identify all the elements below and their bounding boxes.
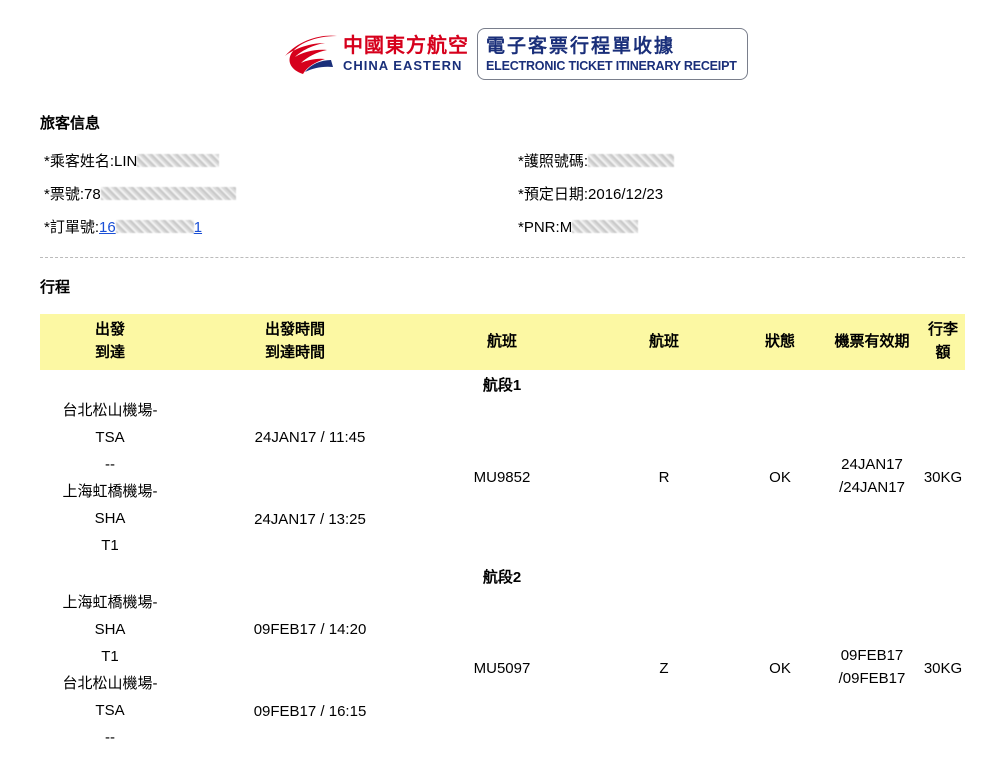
segment-1-validity-start: 24JAN17 (841, 456, 903, 473)
segment-2-baggage: 30KG (923, 660, 963, 677)
segment-1-from-airport: 台北松山機場- (62, 402, 158, 419)
header-baggage-line2: 額 (935, 344, 951, 361)
segment-2-title: 航段2 (482, 569, 522, 586)
passenger-name-label: *乘客姓名: (44, 153, 115, 170)
segment-2-from-code: SHA (94, 621, 126, 638)
header-baggage: 行李 額 (922, 318, 964, 364)
itinerary-table-header: 出發 到達 出發時間 到達時間 航班 航班 狀態 機票有效期 行李 額 (40, 314, 965, 370)
order-number-row: *訂單號:16 1 (44, 218, 202, 238)
masked-passport (588, 154, 675, 167)
order-number-label: *訂單號: (44, 219, 100, 236)
ticket-number-label: *票號: (44, 186, 85, 203)
page-header: 中國東方航空 CHINA EASTERN 電子客票行程單收據 ELECTRONI… (281, 20, 748, 88)
segment-1-from-terminal: -- (105, 456, 115, 473)
segment-1-class: R (658, 469, 670, 486)
order-number-prefix: 16 (99, 219, 116, 236)
order-number-link[interactable]: 16 1 (99, 219, 202, 236)
passenger-section-title: 旅客信息 (40, 115, 101, 132)
segment-2-route: 上海虹橋機場- SHA T1 台北松山機場- TSA -- (40, 591, 180, 749)
segment-1-title: 航段1 (482, 377, 522, 394)
segment-2-from-airport: 上海虹橋機場- (62, 594, 158, 611)
segment-1-validity: 24JAN17 /24JAN17 (822, 453, 922, 499)
segment-1-validity-end: /24JAN17 (839, 479, 905, 496)
order-number-suffix: 1 (193, 219, 203, 236)
header-depart-arrive: 出發 到達 (70, 318, 150, 364)
segment-1-to-code: SHA (94, 510, 126, 527)
passport-label: *護照號碼: (518, 153, 589, 170)
ticket-number-row: *票號:78 (44, 185, 236, 205)
china-eastern-logo-icon (285, 35, 337, 74)
airline-name: 中國東方航空 CHINA EASTERN (343, 34, 469, 74)
segment-1-arrive-time: 24JAN17 / 13:25 (254, 511, 366, 528)
segment-1-from-code: TSA (95, 429, 125, 446)
segment-1-flight: MU9852 (473, 469, 531, 486)
segment-1-depart-time: 24JAN17 / 11:45 (254, 429, 366, 446)
header-validity: 機票有效期 (834, 333, 910, 350)
masked-name (137, 154, 220, 167)
receipt-title-cn: 電子客票行程單收據 (486, 35, 676, 57)
segment-2-to-code: TSA (95, 702, 125, 719)
passenger-name-row: *乘客姓名:LIN (44, 152, 220, 172)
segment-2-class: Z (659, 660, 669, 677)
segment-2-from-terminal: T1 (101, 648, 119, 665)
receipt-title-en: ELECTRONIC TICKET ITINERARY RECEIPT (486, 58, 737, 73)
segment-2-to-terminal: -- (105, 729, 115, 746)
segment-2-arrive-time: 09FEB17 / 16:15 (253, 703, 367, 720)
header-class: 航班 (648, 333, 679, 350)
header-flight: 航班 (486, 333, 517, 350)
ticket-number-value: 78 (84, 186, 101, 203)
header-arrive-time: 到達時間 (264, 344, 325, 361)
masked-pnr (572, 220, 639, 233)
airline-name-cn: 中國東方航空 (343, 35, 469, 57)
segment-2-to-airport: 台北松山機場- (62, 675, 158, 692)
booking-date-row: *預定日期:2016/12/23 (518, 185, 663, 205)
segment-2-validity: 09FEB17 /09FEB17 (822, 644, 922, 690)
header-status: 狀態 (764, 333, 795, 350)
segment-1-baggage: 30KG (923, 469, 963, 486)
receipt-title-box: 電子客票行程單收據 ELECTRONIC TICKET ITINERARY RE… (477, 28, 748, 80)
header-depart-time: 出發時間 (264, 321, 325, 338)
header-times: 出發時間 到達時間 (235, 318, 355, 364)
booking-date-value: 2016/12/23 (588, 186, 664, 203)
itinerary-section-title: 行程 (40, 279, 71, 296)
pnr-label: *PNR: (518, 219, 560, 236)
header-arrive: 到達 (94, 344, 125, 361)
pnr-value: M (559, 219, 573, 236)
segment-2-status: OK (769, 660, 791, 677)
pnr-row: *PNR:M (518, 218, 639, 238)
section-divider (40, 257, 965, 258)
segment-1-route: 台北松山機場- TSA -- 上海虹橋機場- SHA T1 (40, 399, 180, 557)
masked-order-number (115, 220, 194, 233)
booking-date-label: *預定日期: (518, 186, 589, 203)
segment-2-validity-start: 09FEB17 (840, 647, 904, 664)
passenger-name-value: LIN (114, 153, 138, 170)
segment-1-to-airport: 上海虹橋機場- (62, 483, 158, 500)
segment-2-flight: MU5097 (473, 660, 531, 677)
header-depart: 出發 (94, 321, 125, 338)
header-baggage-line1: 行李 (927, 321, 958, 338)
segment-2-depart-time: 09FEB17 / 14:20 (253, 621, 367, 638)
airline-name-en: CHINA EASTERN (343, 58, 463, 73)
passport-row: *護照號碼: (518, 152, 675, 172)
segment-2-validity-end: /09FEB17 (838, 670, 906, 687)
masked-ticket-number (100, 187, 236, 200)
segment-1-to-terminal: T1 (101, 537, 119, 554)
segment-1-status: OK (769, 469, 791, 486)
